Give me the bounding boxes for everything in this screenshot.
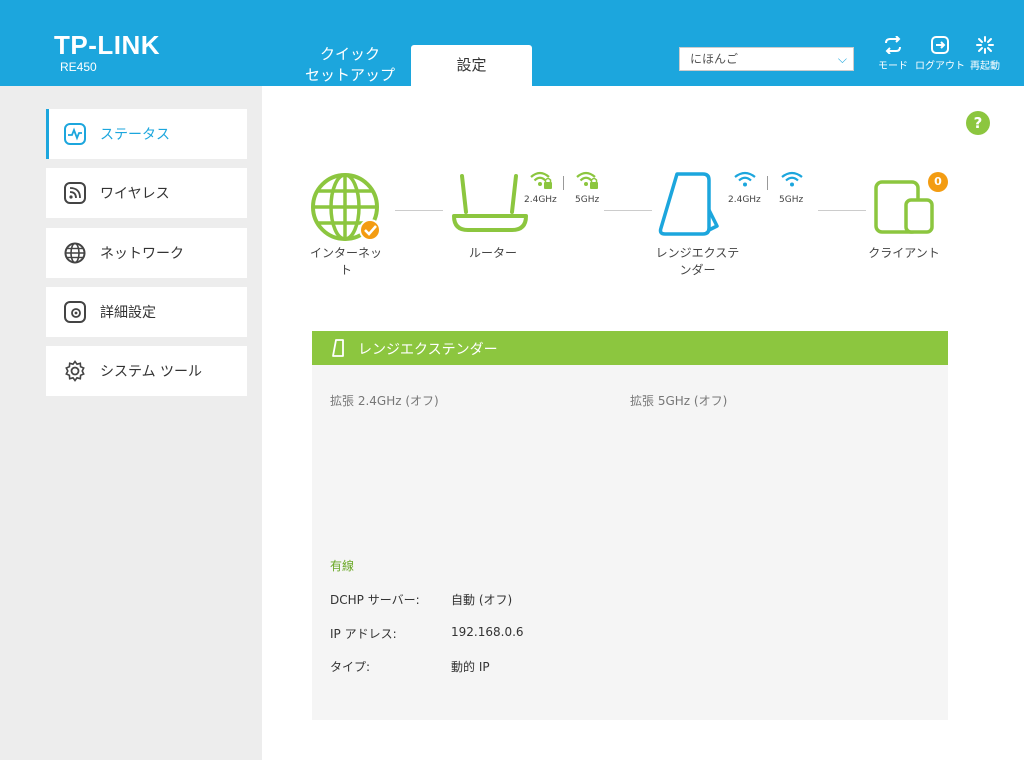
logout-button[interactable]: ログアウト: [915, 36, 965, 72]
connector-line: [604, 210, 652, 211]
extender-label: レンジエクステ ンダー: [655, 246, 740, 277]
freq-24-label: 2.4GHz: [728, 195, 761, 205]
logout-label: ログアウト: [915, 61, 965, 72]
clients-devices-icon[interactable]: [872, 178, 936, 236]
sidebar-item-label: ワイヤレス: [100, 186, 170, 202]
mode-button[interactable]: モード: [878, 36, 908, 72]
connector-line: [818, 210, 866, 211]
internet-label: インターネッ ト: [309, 246, 382, 277]
dhcp-server-value: 自動 (オフ): [451, 593, 513, 607]
status-icon: [64, 123, 86, 145]
freq-24-label: 2.4GHz: [524, 195, 557, 205]
chevron-down-icon: ⌵: [837, 52, 847, 66]
sidebar-item-label: ステータス: [100, 127, 170, 143]
separator: [767, 176, 768, 190]
tab-quick-setup[interactable]: クイック セットアップ: [296, 44, 404, 86]
range-extender-icon[interactable]: [655, 170, 721, 242]
panel-header: レンジエクステンダー: [312, 331, 948, 365]
separator: [563, 176, 564, 190]
sidebar-item-label: 詳細設定: [100, 305, 156, 321]
globe-icon: [64, 242, 86, 264]
sidebar-item-wireless[interactable]: ワイヤレス: [46, 168, 247, 218]
top-header: TP-LINK RE450 クイック セットアップ 設定 にほんご ⌵ モード …: [0, 0, 1024, 86]
freq-5-label: 5GHz: [779, 195, 804, 205]
wifi-locked-icon: [530, 171, 552, 189]
sidebar-item-label: システム ツール: [100, 364, 203, 380]
model-name: RE450: [60, 60, 97, 74]
panel-title: レンジエクステンダー: [358, 342, 498, 358]
type-label: タイプ:: [330, 660, 371, 674]
ip-address-label: IP アドレス:: [330, 627, 397, 641]
extender-small-icon: [332, 339, 344, 357]
language-select[interactable]: にほんご ⌵: [679, 47, 854, 71]
router-label: ルーター: [468, 246, 517, 260]
connector-line: [395, 210, 443, 211]
wireless-icon: [64, 182, 86, 204]
ip-address-value: 192.168.0.6: [451, 625, 524, 639]
sidebar-item-advanced[interactable]: 詳細設定: [46, 287, 247, 337]
type-value: 動的 IP: [451, 660, 490, 674]
sidebar-item-status[interactable]: ステータス: [46, 109, 247, 159]
dhcp-server-label: DCHP サーバー:: [330, 593, 420, 607]
clients-label: クライアント: [868, 246, 940, 260]
client-count-badge: 0: [928, 172, 948, 192]
brand-logo: TP-LINK: [54, 30, 161, 60]
help-button[interactable]: ?: [966, 111, 990, 135]
sidebar-item-label: ネットワーク: [100, 246, 184, 262]
tab-quick-setup-label: クイック セットアップ: [304, 45, 395, 84]
sidebar-item-network[interactable]: ネットワーク: [46, 228, 247, 278]
wifi-locked-icon: [576, 171, 598, 189]
reboot-label: 再起動: [970, 61, 1000, 72]
reboot-icon: [976, 36, 994, 54]
freq-5-label: 5GHz: [575, 195, 600, 205]
reboot-button[interactable]: 再起動: [970, 36, 1000, 72]
extend-24-status: 拡張 2.4GHz (オフ): [330, 394, 439, 408]
sidebar-item-system-tools[interactable]: システム ツール: [46, 346, 247, 396]
language-value: にほんご: [690, 52, 739, 66]
extender-status-panel: レンジエクステンダー 拡張 2.4GHz (オフ) 拡張 5GHz (オフ) 有…: [312, 331, 948, 720]
wifi-icon: [781, 171, 803, 187]
wired-section-title: 有線: [330, 559, 355, 573]
mode-icon: [885, 36, 901, 54]
logout-icon: [931, 36, 949, 54]
tab-settings[interactable]: 設定: [411, 45, 532, 86]
wifi-icon: [734, 171, 756, 187]
mode-label: モード: [878, 61, 908, 72]
gear-icon: [65, 360, 85, 382]
extend-5-status: 拡張 5GHz (オフ): [630, 394, 728, 408]
advanced-icon: [64, 301, 86, 323]
router-icon[interactable]: [450, 172, 530, 238]
internet-globe-icon[interactable]: [310, 172, 382, 244]
